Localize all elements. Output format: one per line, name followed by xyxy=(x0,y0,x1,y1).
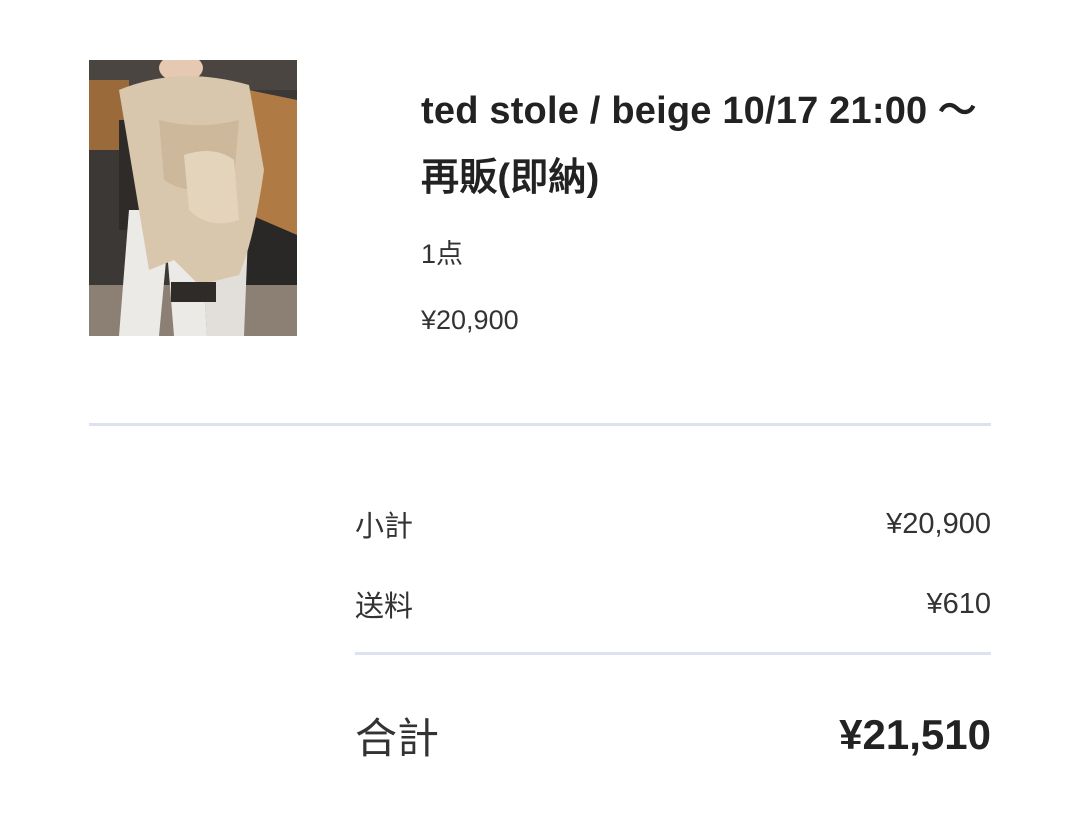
product-title: ted stole / beige 10/17 21:00 〜 再販(即納) xyxy=(421,90,977,199)
total-value: ¥21,510 xyxy=(839,711,991,758)
divider xyxy=(89,423,991,426)
shipping-label: 送料 xyxy=(355,591,414,623)
total-row: 合計 ¥21,510 xyxy=(355,708,991,762)
product-image xyxy=(89,60,297,336)
subtotal-row: 小計 ¥20,900 xyxy=(355,505,991,544)
divider xyxy=(355,652,991,655)
total-label: 合計 xyxy=(355,714,440,762)
product-price: ¥20,900 xyxy=(421,305,519,335)
subtotal-value: ¥20,900 xyxy=(886,507,991,540)
product-quantity: 1点 xyxy=(421,239,464,269)
order-summary: ted stole / beige 10/17 21:00 〜 再販(即納) 1… xyxy=(0,0,1080,830)
shipping-value: ¥610 xyxy=(926,587,991,620)
subtotal-label: 小計 xyxy=(355,511,414,543)
shipping-row: 送料 ¥610 xyxy=(355,585,991,624)
